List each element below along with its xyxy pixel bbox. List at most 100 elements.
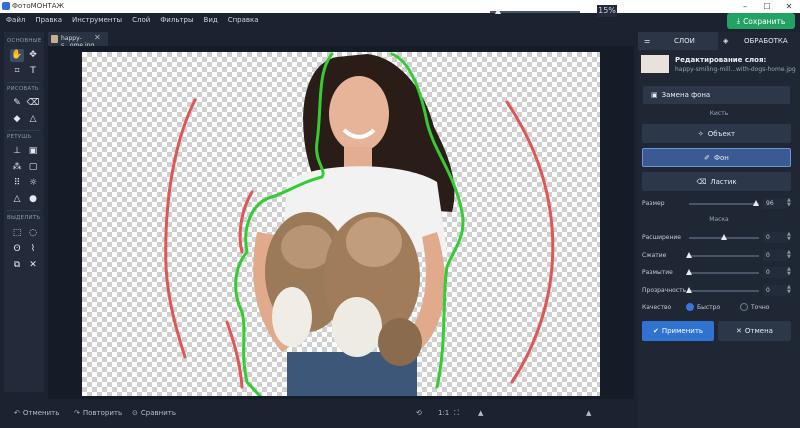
ratio-button[interactable]: 1:1	[438, 409, 449, 417]
menu-layer[interactable]: Слой	[132, 16, 150, 24]
zoom-in-icon[interactable]: ▲	[586, 409, 591, 417]
blur-slider-thumb[interactable]	[686, 269, 692, 275]
fill-icon[interactable]: ◆	[10, 113, 24, 126]
undo-button[interactable]: ↶ Отменить	[14, 409, 59, 417]
section-basic: ОСНОВНЫЕ	[7, 38, 42, 44]
magic-select-icon[interactable]: ⧉	[10, 259, 24, 272]
shrink-row: Сжатие 0 ▲ ▼	[642, 250, 794, 262]
menu-filters[interactable]: Фильтры	[160, 16, 193, 24]
expand-label: Расширение	[642, 234, 681, 241]
redo-label: Повторить	[82, 409, 123, 417]
fullscreen-icon[interactable]: ⛶	[454, 409, 459, 418]
text-icon[interactable]: T	[26, 65, 40, 78]
tab-layers[interactable]: ⚌ СЛОИ	[638, 32, 718, 50]
expand-spinner-icon[interactable]: ▲ ▼	[787, 232, 792, 243]
menu-help[interactable]: Справка	[228, 16, 259, 24]
sharpen-icon[interactable]: △	[10, 193, 24, 206]
menu-edit[interactable]: Правка	[35, 16, 62, 24]
app-icon	[2, 2, 10, 10]
lasso-icon[interactable]: ʘ	[10, 243, 24, 256]
red-stroke-bottom	[225, 320, 244, 389]
quality-fast-radio[interactable]	[686, 303, 694, 311]
dots-icon[interactable]: ⠿	[10, 177, 24, 190]
rect-select-icon[interactable]: ⬚	[10, 227, 24, 240]
cancel-button[interactable]: ✕ Отмена	[718, 321, 791, 341]
frame-icon[interactable]: ▢	[26, 161, 40, 174]
menu-file[interactable]: Файл	[6, 16, 25, 24]
expand-value[interactable]: 0	[763, 232, 787, 243]
patch-icon[interactable]: ▣	[26, 145, 40, 158]
size-slider[interactable]	[689, 203, 759, 205]
red-stroke-left	[164, 98, 197, 359]
drop-icon[interactable]: ●	[26, 193, 40, 206]
size-spinner-icon[interactable]: ▲ ▼	[787, 198, 792, 209]
zoom-slider-thumb[interactable]	[495, 8, 501, 14]
size-slider-thumb[interactable]	[753, 200, 759, 206]
close-icon[interactable]: ✕	[778, 0, 800, 13]
tab-close-icon[interactable]: ✕	[94, 33, 104, 45]
hand-icon[interactable]: ✋	[10, 49, 24, 62]
shrink-slider-thumb[interactable]	[686, 252, 692, 258]
stamp-icon[interactable]: ⊥	[10, 145, 24, 158]
quality-fast-label[interactable]: Быстро	[697, 304, 720, 311]
shrink-spinner-icon[interactable]: ▲ ▼	[787, 250, 792, 261]
menu-view[interactable]: Вид	[204, 16, 218, 24]
poly-lasso-icon[interactable]: ⌇	[26, 243, 40, 256]
blur-value[interactable]: 0	[763, 267, 787, 278]
expand-slider-thumb[interactable]	[721, 234, 727, 240]
transparency-label: Прозрачность	[642, 287, 687, 294]
redo-button[interactable]: ↷ Повторить	[74, 409, 122, 417]
blur-spinner-icon[interactable]: ▲ ▼	[787, 267, 792, 278]
download-icon: ⤓	[736, 16, 741, 25]
tab-layers-label: СЛОИ	[674, 37, 695, 45]
menu-tools[interactable]: Инструменты	[72, 16, 122, 24]
zoom-out-icon[interactable]: ▲	[478, 409, 483, 417]
shapes-icon[interactable]: △	[26, 113, 40, 126]
eraser-icon[interactable]: ⌫	[26, 97, 40, 110]
zoom-slider[interactable]	[490, 11, 580, 13]
apply-button[interactable]: ✔ Применить	[642, 321, 714, 341]
brush-icon[interactable]: ✎	[10, 97, 24, 110]
replace-background-button[interactable]: ▣ Замена фона	[643, 86, 790, 104]
cancel-icon: ✕	[736, 327, 742, 335]
quality-label: Качество	[642, 304, 672, 311]
image-canvas[interactable]	[82, 52, 600, 398]
brush-section-title: Кисть	[709, 110, 729, 117]
ellipse-select-icon[interactable]: ◌	[26, 227, 40, 240]
replace-bg-icon: ▣	[651, 91, 658, 99]
tab-processing[interactable]: ◈ ОБРАБОТКА	[718, 32, 800, 50]
save-button[interactable]: ⤓ Сохранить	[727, 13, 795, 29]
brush-eraser-button[interactable]: ⌫ Ластик	[642, 172, 791, 191]
transparency-spinner-icon[interactable]: ▲ ▼	[787, 285, 792, 296]
size-value[interactable]: 96	[763, 198, 787, 209]
brightness-icon[interactable]: ☼	[26, 177, 40, 190]
maximize-icon[interactable]: ☐	[756, 0, 778, 13]
transparency-value[interactable]: 0	[763, 285, 787, 296]
move-icon[interactable]: ✥	[26, 49, 40, 62]
brush-bg-icon: ✐	[704, 153, 710, 162]
quality-precise-label[interactable]: Точно	[751, 304, 769, 311]
compare-button[interactable]: ⊙ Сравнить	[132, 409, 176, 417]
brush-object-label: Объект	[707, 129, 736, 138]
fit-icon[interactable]: ⟲	[416, 409, 422, 417]
minimize-icon[interactable]: –	[734, 0, 756, 13]
magic-wand-icon[interactable]: ✕	[26, 259, 40, 272]
heal-icon[interactable]: ⁂	[10, 161, 24, 174]
layers-icon: ⚌	[644, 37, 651, 45]
crop-icon[interactable]: ⌗	[10, 65, 24, 78]
brush-object-button[interactable]: ✧ Объект	[642, 124, 791, 143]
photo-illustration	[164, 52, 555, 398]
transparency-slider-thumb[interactable]	[686, 287, 692, 293]
brush-background-button[interactable]: ✐ Фон	[642, 148, 791, 167]
transparency-slider[interactable]	[689, 290, 759, 292]
zoom-value[interactable]: 15%	[597, 5, 617, 17]
section-retouch: РЕТУШЬ	[7, 134, 32, 140]
shrink-slider[interactable]	[689, 255, 759, 257]
blur-slider[interactable]	[689, 272, 759, 274]
bottom-bar: ↶ Отменить ↷ Повторить ⊙ Сравнить ⟲ 1:1 …	[4, 401, 634, 426]
quality-precise-radio[interactable]	[740, 303, 748, 311]
shrink-value[interactable]: 0	[763, 250, 787, 261]
check-icon: ✔	[652, 327, 659, 335]
section-draw: РИСОВАТЬ	[7, 86, 39, 92]
blur-label: Размытие	[642, 269, 673, 276]
